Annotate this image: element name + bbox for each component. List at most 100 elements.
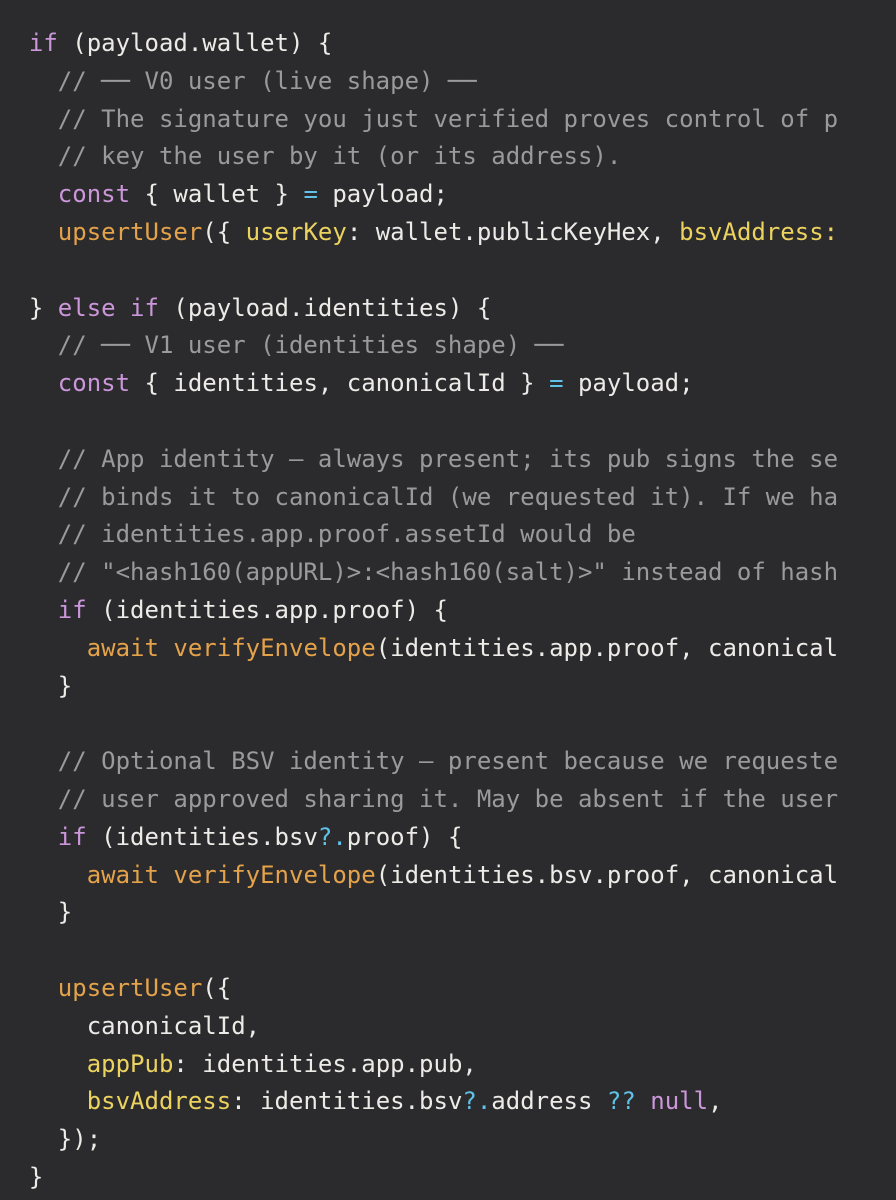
code-line: if (identities.app.proof) { xyxy=(0,592,838,630)
code-text: (payload.wallet) { xyxy=(57,29,333,57)
code-line: // key the user by it (or its address). xyxy=(0,138,838,176)
code-property: bsvAddress: xyxy=(679,217,839,246)
code-keyword: else if xyxy=(57,293,159,322)
code-line: upsertUser({ xyxy=(0,970,838,1008)
code-line: // The signature you just verified prove… xyxy=(0,101,838,139)
code-line: } xyxy=(0,894,838,932)
code-keyword: null xyxy=(650,1087,709,1116)
code-editor[interactable]: if (payload.wallet) { // ── V0 user (liv… xyxy=(0,0,896,1200)
code-function: upsertUser xyxy=(57,217,203,246)
code-line: // binds it to canonicalId (we requested… xyxy=(0,479,838,517)
code-text: } xyxy=(0,293,58,322)
code-function: await xyxy=(86,633,159,662)
code-text: payload; xyxy=(563,369,694,398)
code-line: const { identities, canonicalId } = payl… xyxy=(0,365,838,403)
code-text: payload; xyxy=(317,180,448,209)
code-line: // Optional BSV identity — present becau… xyxy=(0,743,838,781)
code-line: // user approved sharing it. May be abse… xyxy=(0,781,838,819)
code-comment: // "<hash160(appURL)>:<hash160(salt)>" i… xyxy=(0,558,839,587)
code-comment: // identities.app.proof.assetId would be xyxy=(0,520,636,549)
code-property: appPub xyxy=(86,1049,174,1078)
code-operator: = xyxy=(303,180,318,209)
code-text: (identities.bsv.proof, canonical xyxy=(375,860,839,889)
code-text: : identities.bsv xyxy=(231,1087,463,1116)
code-line: // "<hash160(appURL)>:<hash160(salt)>" i… xyxy=(0,554,838,592)
code-text: ({ xyxy=(202,973,232,1002)
code-text: { wallet } xyxy=(130,180,304,209)
code-text: : identities.app.pub, xyxy=(173,1049,477,1078)
code-line: upsertUser({ userKey: wallet.publicKeyHe… xyxy=(0,214,838,252)
code-comment: // binds it to canonicalId (we requested… xyxy=(0,482,839,511)
code-operator: ?. xyxy=(462,1087,492,1116)
code-function: upsertUser xyxy=(57,973,203,1002)
code-line: if (payload.wallet) { xyxy=(0,25,838,63)
code-text: { identities, canonicalId } xyxy=(130,369,550,398)
code-text: (identities.bsv xyxy=(86,822,318,851)
code-keyword: if xyxy=(28,29,58,57)
code-text: } xyxy=(0,671,73,700)
code-property: bsvAddress xyxy=(86,1087,232,1116)
code-text: canonicalId, xyxy=(0,1011,261,1040)
code-line: canonicalId, xyxy=(0,1008,838,1046)
code-comment: // App identity — always present; its pu… xyxy=(0,444,839,473)
code-text: } xyxy=(0,898,73,927)
code-function: verifyEnvelope xyxy=(173,860,376,889)
code-text: (identities.app.proof, canonical xyxy=(375,633,839,662)
code-comment: // ── V1 user (identities shape) ── xyxy=(0,331,564,360)
code-line: const { wallet } = payload; xyxy=(0,176,838,214)
code-operator: ?. xyxy=(317,822,347,851)
code-line: } xyxy=(0,1159,838,1197)
code-text: ({ xyxy=(202,217,246,246)
code-text: (payload.identities) { xyxy=(158,293,492,322)
code-function: verifyEnvelope xyxy=(173,633,376,662)
code-line: appPub: identities.app.pub, xyxy=(0,1046,838,1084)
code-line: await verifyEnvelope(identities.bsv.proo… xyxy=(0,857,838,895)
code-line: if (identities.bsv?.proof) { xyxy=(0,819,838,857)
code-keyword: const xyxy=(57,369,131,398)
code-keyword: if xyxy=(57,822,87,851)
code-text: (identities.app.proof) { xyxy=(86,595,448,624)
code-comment: // Optional BSV identity — present becau… xyxy=(0,747,839,776)
code-operator: = xyxy=(549,369,564,398)
code-line: }); xyxy=(0,1121,838,1159)
code-line: } xyxy=(0,668,838,706)
code-text: address xyxy=(491,1087,607,1116)
code-line: // App identity — always present; its pu… xyxy=(0,441,838,479)
code-comment: // The signature you just verified prove… xyxy=(0,104,839,133)
code-keyword: const xyxy=(57,180,131,209)
code-text: , xyxy=(708,1087,723,1116)
code-comment: // key the user by it (or its address). xyxy=(0,142,622,171)
code-function: await xyxy=(86,860,159,889)
code-line: // ── V0 user (live shape) ── xyxy=(0,63,838,101)
code-line: await verifyEnvelope(identities.app.proo… xyxy=(0,630,838,668)
code-text: } xyxy=(0,1162,44,1191)
code-block[interactable]: if (payload.wallet) { // ── V0 user (liv… xyxy=(0,25,838,1197)
code-line: } else if (payload.identities) { xyxy=(0,290,838,328)
code-property: userKey xyxy=(245,217,347,246)
code-keyword: if xyxy=(57,595,87,624)
code-line: bsvAddress: identities.bsv?.address ?? n… xyxy=(0,1083,838,1121)
code-comment: // ── V0 user (live shape) ── xyxy=(0,66,477,95)
code-operator: ?? xyxy=(606,1087,636,1116)
code-line: // ── V1 user (identities shape) ── xyxy=(0,327,838,365)
code-text: }); xyxy=(0,1125,102,1154)
code-comment: // user approved sharing it. May be abse… xyxy=(0,784,839,813)
